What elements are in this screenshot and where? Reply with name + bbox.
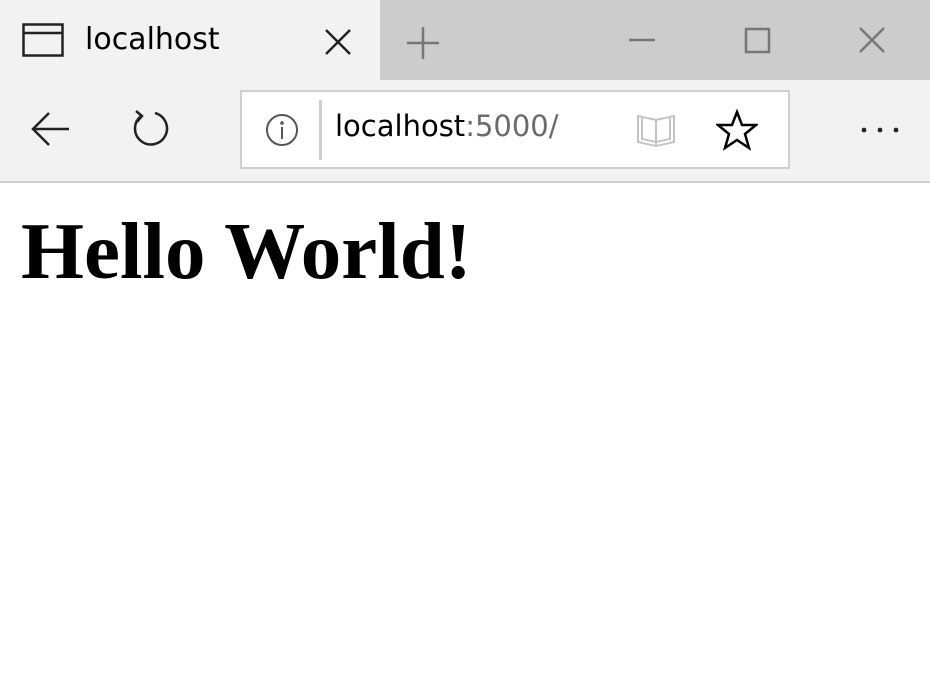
page-content: Hello World! [0,183,930,682]
url-port-path: :5000/ [465,109,559,143]
info-icon[interactable] [264,112,300,148]
more-icon[interactable] [856,108,904,152]
title-bar: localhost [0,0,930,80]
close-icon[interactable] [316,20,360,64]
book-icon[interactable] [636,112,676,150]
url-text[interactable]: localhost:5000/ [335,108,559,144]
page-heading: Hello World! [21,206,472,296]
minimize-icon[interactable] [618,18,666,62]
navigation-toolbar: localhost:5000/ [0,80,930,183]
address-divider [319,100,322,160]
back-arrow-icon[interactable] [27,105,75,153]
page-icon [22,23,64,57]
refresh-icon[interactable] [126,105,174,153]
address-bar[interactable]: localhost:5000/ [240,90,790,169]
plus-icon[interactable] [400,20,446,66]
tab-localhost[interactable]: localhost [0,0,380,80]
window-close-icon[interactable] [848,18,896,62]
star-icon[interactable] [714,108,760,151]
maximize-icon[interactable] [733,18,781,62]
url-host: localhost [335,109,466,143]
tab-title: localhost [85,22,220,57]
